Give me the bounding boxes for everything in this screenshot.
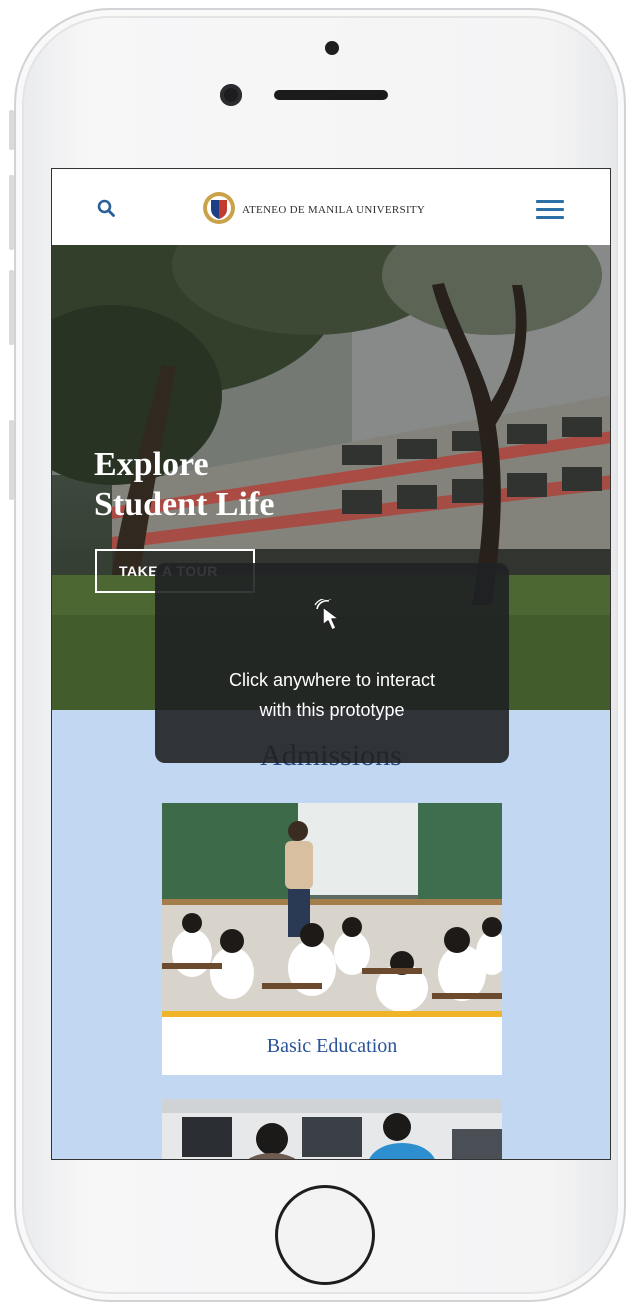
top-navigation-bar: ATENEO DE MANILA UNIVERSITY (52, 169, 610, 245)
next-card-partial[interactable] (162, 1099, 502, 1159)
basic-education-card[interactable]: Basic Education (162, 803, 502, 1075)
mute-switch (9, 110, 14, 150)
hero-title-line-2: Student Life (94, 486, 275, 523)
power-button (9, 420, 14, 500)
proximity-sensor (325, 41, 339, 55)
computer-lab-photo (162, 1099, 502, 1159)
overlay-line-1: Click anywhere to interact (228, 670, 436, 690)
phone-screen[interactable]: ATENEO DE MANILA UNIVERSITY Explore Stud… (51, 168, 611, 1160)
hero-title: Explore Student Life (94, 445, 274, 525)
volume-down-button (9, 270, 14, 345)
home-button[interactable] (275, 1185, 375, 1285)
card-label[interactable]: Basic Education (162, 1017, 502, 1075)
search-icon[interactable] (97, 199, 115, 217)
hamburger-menu-icon[interactable] (536, 200, 564, 220)
prototype-hint-overlay[interactable]: Click anywhere to interact with this pro… (155, 563, 509, 763)
site-title[interactable]: ATENEO DE MANILA UNIVERSITY (242, 204, 425, 216)
university-seal-logo[interactable] (202, 191, 236, 225)
volume-up-button (9, 175, 14, 250)
pointer-cursor-icon (314, 599, 340, 631)
front-camera (220, 84, 242, 106)
classroom-photo (162, 803, 502, 1011)
earpiece-speaker (274, 90, 388, 100)
overlay-message: Click anywhere to interact with this pro… (155, 665, 509, 725)
hero-title-line-1: Explore (94, 446, 209, 483)
overlay-line-2: with this prototype (259, 700, 405, 720)
